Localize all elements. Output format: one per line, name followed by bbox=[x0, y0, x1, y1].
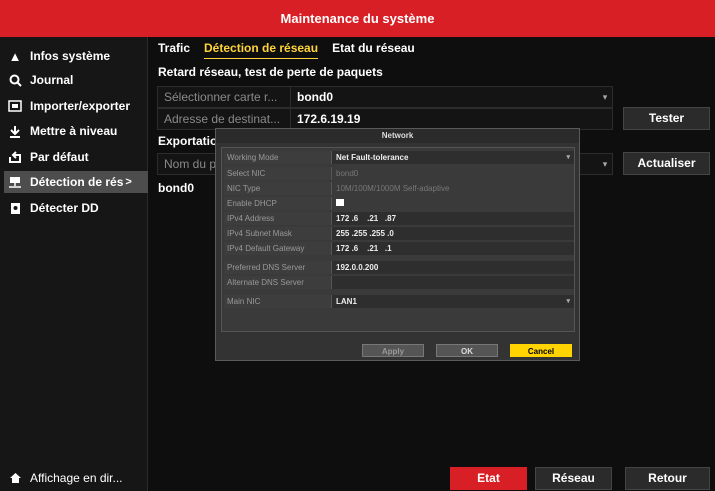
sidebar-item-label: Par défaut bbox=[30, 150, 89, 164]
back-button[interactable]: Retour bbox=[625, 467, 710, 490]
sidebar-item-label: Détection de rés bbox=[30, 175, 124, 189]
main-nic-label: Main NIC bbox=[224, 295, 332, 308]
select-nic-label: Sélectionner carte r... bbox=[158, 87, 291, 107]
download-icon bbox=[6, 123, 24, 139]
working-mode-label: Working Mode bbox=[224, 151, 332, 164]
sidebar-item-journal[interactable]: Journal bbox=[6, 69, 146, 91]
sidebar-item-par-defaut[interactable]: Par défaut bbox=[6, 146, 146, 168]
tab-bar: Trafic Détection de réseau Etat du résea… bbox=[158, 41, 415, 59]
apply-button[interactable]: Apply bbox=[362, 344, 424, 357]
import-export-icon bbox=[6, 98, 24, 114]
select-nic-field[interactable]: Sélectionner carte r... bond0 ▾ bbox=[157, 86, 613, 108]
dialog-title: Network bbox=[216, 129, 579, 143]
nic-type-row: NIC Type 10M/100M/1000M Self-adaptive bbox=[224, 182, 574, 195]
ipv4-address-value[interactable]: 172 .6 .21 .87 bbox=[332, 212, 574, 225]
tab-trafic[interactable]: Trafic bbox=[158, 41, 190, 59]
ipv4-gateway-label: IPv4 Default Gateway bbox=[224, 242, 332, 255]
sidebar-item-importer-exporter[interactable]: Importer/exporter bbox=[6, 95, 146, 117]
main-nic-row[interactable]: Main NIC LAN1 ▾ bbox=[224, 295, 574, 308]
destination-address-field[interactable]: Adresse de destinat... 172.6.19.19 bbox=[157, 108, 613, 130]
ipv4-address-label: IPv4 Address bbox=[224, 212, 332, 225]
destination-address-value: 172.6.19.19 bbox=[297, 112, 361, 126]
live-view-label: Affichage en dir... bbox=[30, 471, 123, 485]
sidebar-item-label: Infos système bbox=[30, 49, 111, 63]
chevron-down-icon: ▾ bbox=[602, 158, 608, 169]
select-nic-row-label: Select NIC bbox=[224, 167, 332, 180]
ipv4-address-row[interactable]: IPv4 Address 172 .6 .21 .87 bbox=[224, 212, 574, 225]
sidebar-item-mettre-a-niveau[interactable]: Mettre à niveau bbox=[6, 120, 146, 142]
ipv4-gateway-row[interactable]: IPv4 Default Gateway 172 .6 .21 .1 bbox=[224, 242, 574, 255]
section-title: Retard réseau, test de perte de paquets bbox=[158, 65, 383, 79]
sidebar-item-label: Mettre à niveau bbox=[30, 124, 118, 138]
preferred-dns-label: Preferred DNS Server bbox=[224, 261, 332, 274]
sidebar-item-label: Journal bbox=[30, 73, 74, 87]
preferred-dns-row[interactable]: Preferred DNS Server 192.0.0.200 bbox=[224, 261, 574, 274]
chevron-down-icon: ▾ bbox=[602, 91, 608, 102]
chevron-down-icon: ▾ bbox=[566, 298, 570, 305]
sidebar-item-label: Importer/exporter bbox=[30, 99, 131, 113]
window-title: Maintenance du système bbox=[0, 0, 715, 37]
tab-detection-reseau[interactable]: Détection de réseau bbox=[204, 41, 319, 59]
main-nic-value: LAN1 bbox=[336, 297, 357, 306]
chevron-right-icon: > bbox=[125, 176, 132, 188]
working-mode-row[interactable]: Working Mode Net Fault-tolerance ▾ bbox=[224, 151, 574, 164]
dialog-body: Working Mode Net Fault-tolerance ▾ Select… bbox=[221, 147, 575, 332]
enable-dhcp-label: Enable DHCP bbox=[224, 197, 332, 210]
select-nic-value: bond0 bbox=[297, 90, 333, 104]
select-nic-row: Select NIC bond0 bbox=[224, 167, 574, 180]
live-view-button[interactable]: Affichage en dir... bbox=[6, 467, 146, 489]
alternate-dns-label: Alternate DNS Server bbox=[224, 276, 332, 289]
alternate-dns-row[interactable]: Alternate DNS Server bbox=[224, 276, 574, 289]
ipv4-subnet-value[interactable]: 255 .255 .255 .0 bbox=[332, 227, 574, 240]
chevron-down-icon: ▾ bbox=[566, 154, 570, 161]
preferred-dns-value[interactable]: 192.0.0.200 bbox=[332, 261, 574, 274]
ok-button[interactable]: OK bbox=[436, 344, 498, 357]
enable-dhcp-row: Enable DHCP bbox=[224, 197, 574, 210]
warning-icon: ▲ bbox=[8, 48, 22, 64]
status-button[interactable]: Etat bbox=[450, 467, 527, 490]
nic-type-value: 10M/100M/1000M Self-adaptive bbox=[332, 182, 574, 195]
sidebar-item-infos-systeme[interactable]: ▲ Infos système bbox=[6, 45, 146, 67]
interface-list-item: bond0 bbox=[158, 181, 194, 195]
sidebar-item-label: Détecter DD bbox=[30, 201, 99, 215]
tab-etat-reseau[interactable]: Etat du réseau bbox=[332, 41, 415, 59]
enable-dhcp-checkbox[interactable] bbox=[336, 199, 344, 207]
network-dialog: Network Working Mode Net Fault-tolerance… bbox=[215, 128, 580, 361]
ipv4-subnet-row[interactable]: IPv4 Subnet Mask 255 .255 .255 .0 bbox=[224, 227, 574, 240]
test-button[interactable]: Tester bbox=[623, 107, 710, 130]
select-nic-row-value: bond0 bbox=[332, 167, 574, 180]
alternate-dns-value[interactable] bbox=[332, 276, 574, 289]
reset-icon bbox=[6, 149, 24, 165]
home-icon bbox=[6, 470, 24, 486]
sidebar-item-detecter-dd[interactable]: Détecter DD bbox=[6, 197, 146, 219]
disk-icon bbox=[6, 200, 24, 216]
network-icon bbox=[6, 174, 24, 190]
cancel-button[interactable]: Cancel bbox=[510, 344, 572, 357]
ipv4-gateway-value[interactable]: 172 .6 .21 .1 bbox=[332, 242, 574, 255]
export-section-label: Exportatio bbox=[158, 134, 218, 148]
sidebar-item-detection-reseau[interactable]: Détection de rés > bbox=[4, 171, 148, 193]
destination-address-label: Adresse de destinat... bbox=[158, 109, 291, 129]
working-mode-value: Net Fault-tolerance bbox=[336, 153, 409, 162]
ipv4-subnet-label: IPv4 Subnet Mask bbox=[224, 227, 332, 240]
nic-type-label: NIC Type bbox=[224, 182, 332, 195]
network-button[interactable]: Réseau bbox=[535, 467, 612, 490]
sidebar: ▲ Infos système Journal Importer/exporte… bbox=[0, 37, 148, 491]
search-icon bbox=[6, 72, 24, 88]
refresh-button[interactable]: Actualiser bbox=[623, 152, 710, 175]
